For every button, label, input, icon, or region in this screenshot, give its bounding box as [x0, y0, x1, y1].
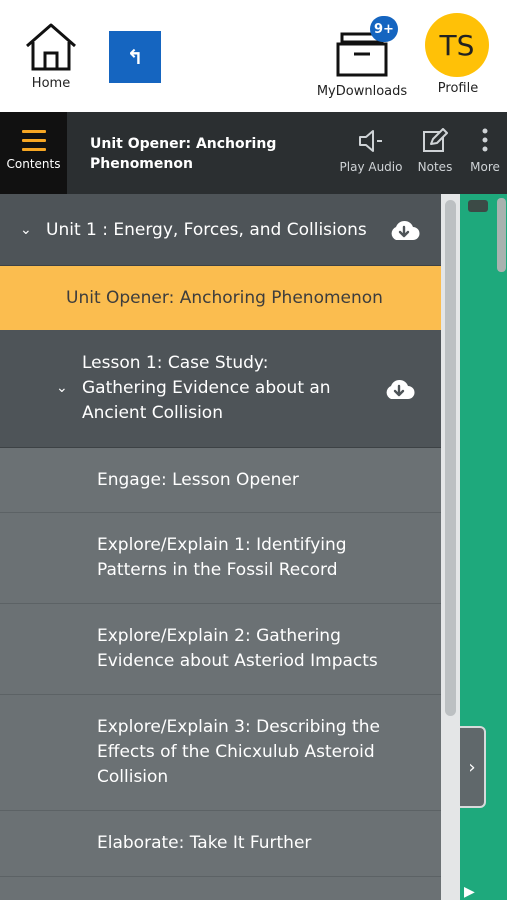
chevron-down-icon: ⌄ — [56, 380, 68, 396]
list-item-label: Explore/Explain 1: Identifying Patterns … — [97, 535, 347, 580]
list-item[interactable]: Explore/Explain 3: Describing the Effect… — [0, 695, 441, 811]
lesson-label: Lesson 1: Case Study: Gathering Evidence… — [82, 353, 331, 423]
cloud-download-icon[interactable] — [380, 378, 418, 400]
chevron-right-icon: › — [468, 756, 476, 778]
scrollbar-thumb[interactable] — [445, 200, 456, 716]
edit-note-icon — [423, 128, 448, 152]
home-button[interactable]: Home — [22, 22, 80, 91]
back-arrow-icon: ↰ — [126, 45, 144, 69]
list-item-label: Explore/Explain 2: Gathering Evidence ab… — [97, 626, 378, 671]
reader-toolbar: Contents Unit Opener: Anchoring Phenomen… — [0, 112, 507, 194]
contents-button[interactable]: Contents — [0, 112, 67, 194]
more-vertical-icon — [482, 128, 488, 152]
play-audio-label: Play Audio — [339, 160, 403, 174]
play-arrow-icon: ▶ — [464, 884, 475, 900]
profile-button[interactable]: TS Profile — [425, 13, 491, 96]
more-button[interactable]: More — [463, 128, 507, 174]
lesson-row[interactable]: ⌄ Lesson 1: Case Study: Gathering Eviden… — [0, 330, 441, 448]
downloads-badge: 9+ — [370, 16, 398, 42]
chevron-down-icon: ⌄ — [20, 221, 32, 238]
list-item[interactable]: Explore/Explain 2: Gathering Evidence ab… — [0, 604, 441, 695]
page-thumbnail-icon — [468, 200, 488, 212]
unit-row[interactable]: ⌄ Unit 1 : Energy, Forces, and Collision… — [0, 194, 441, 266]
hamburger-menu-icon — [21, 130, 46, 151]
list-item-label: Explore/Explain 3: Describing the Effect… — [97, 717, 380, 787]
home-icon — [26, 23, 76, 71]
avatar: TS — [425, 13, 489, 77]
cloud-download-icon[interactable] — [385, 219, 423, 241]
page-content-strip: › ▶ — [460, 194, 507, 900]
profile-label: Profile — [437, 81, 479, 96]
my-downloads-button[interactable]: 9+ MyDownloads — [312, 16, 412, 99]
active-section-label: Unit Opener: Anchoring Phenomenon — [66, 288, 383, 308]
more-label: More — [470, 160, 500, 174]
list-item-label: Engage: Lesson Opener — [97, 469, 299, 490]
speaker-icon — [359, 130, 382, 152]
list-item-label: Elaborate: Take It Further — [97, 833, 312, 853]
home-label: Home — [31, 76, 71, 91]
list-item[interactable]: Engage: Lesson Opener — [0, 448, 441, 513]
page-scrollbar-thumb[interactable] — [497, 198, 506, 272]
unit-label: Unit 1 : Energy, Forces, and Collisions — [46, 219, 367, 240]
list-item[interactable]: Elaborate: Take It Further — [0, 811, 441, 877]
contents-scrollbar[interactable] — [441, 194, 460, 900]
contents-label: Contents — [6, 157, 61, 171]
play-audio-button[interactable]: Play Audio — [336, 128, 406, 174]
page-title: Unit Opener: Anchoring Phenomenon — [90, 136, 277, 172]
contents-panel: ⌄ Unit 1 : Energy, Forces, and Collision… — [0, 194, 441, 900]
notes-button[interactable]: Notes — [412, 128, 458, 174]
notes-label: Notes — [417, 160, 453, 174]
list-item[interactable]: Explore/Explain 1: Identifying Patterns … — [0, 513, 441, 604]
downloads-label: MyDownloads — [316, 84, 408, 99]
expand-panel-button[interactable]: › — [460, 726, 486, 808]
active-section-item[interactable]: Unit Opener: Anchoring Phenomenon — [0, 266, 441, 330]
back-button[interactable]: ↰ — [109, 31, 161, 83]
app-header: Home ↰ 9+ MyDownloads TS Profile — [0, 0, 507, 112]
